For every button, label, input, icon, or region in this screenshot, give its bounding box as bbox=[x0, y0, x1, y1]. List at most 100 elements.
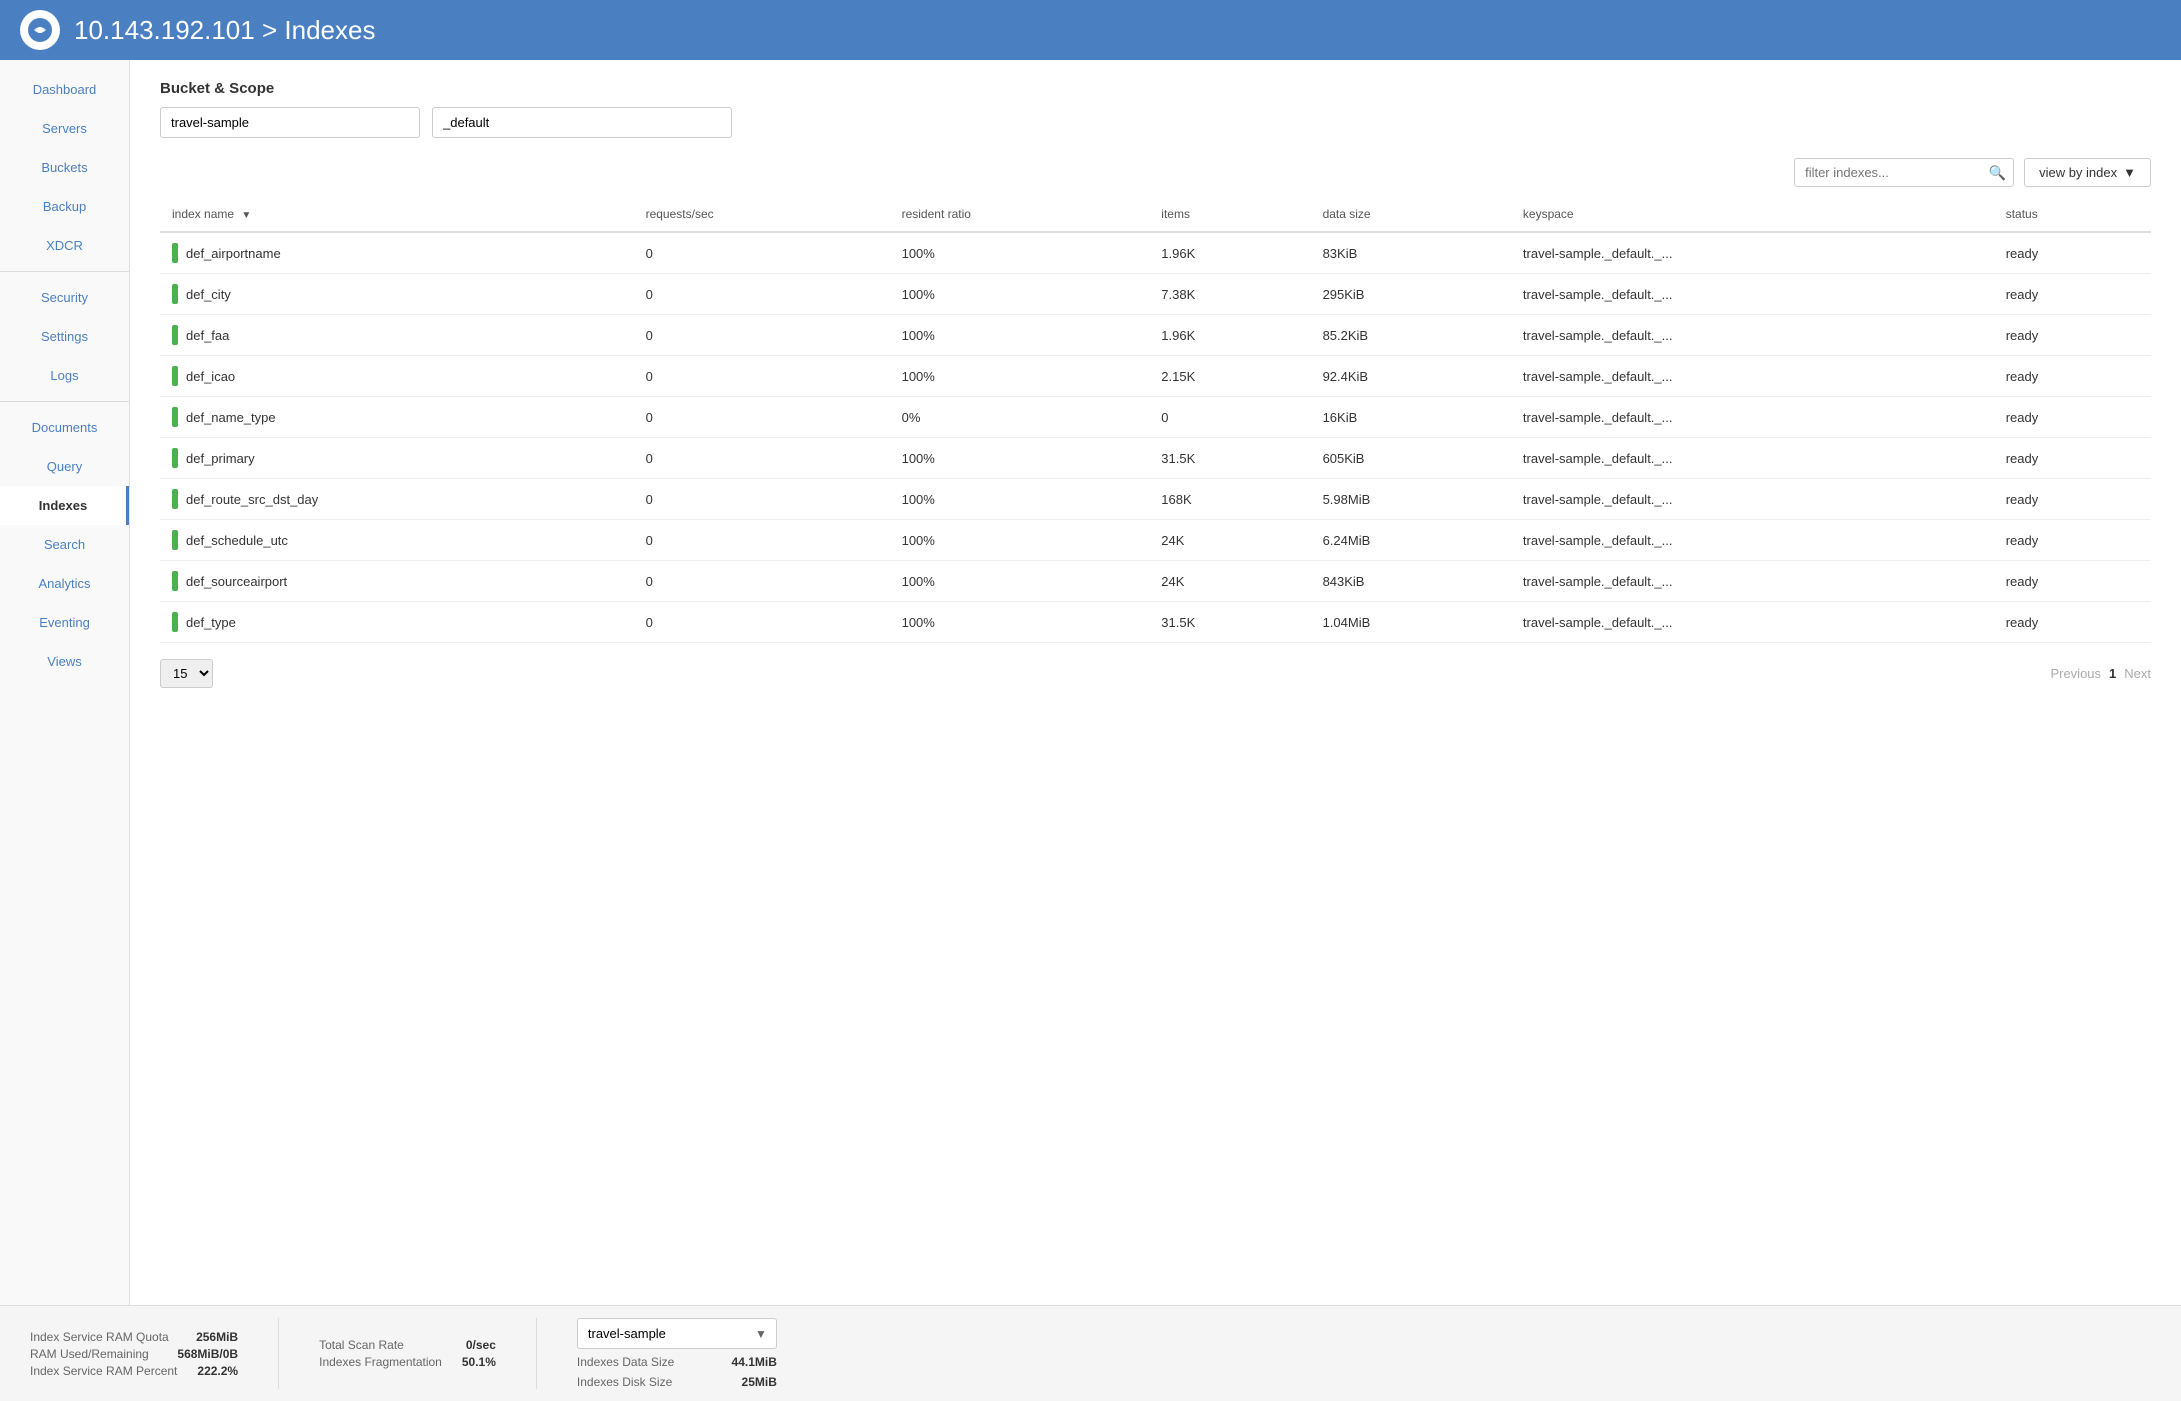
table-row[interactable]: def_primary 0 100% 31.5K 605KiB travel-s… bbox=[160, 438, 2151, 479]
col-items[interactable]: items bbox=[1149, 197, 1310, 232]
sidebar-item-analytics[interactable]: Analytics bbox=[0, 564, 129, 603]
cell-index-name: def_route_src_dst_day bbox=[160, 479, 634, 520]
status-indicator bbox=[172, 325, 178, 345]
table-row[interactable]: def_schedule_utc 0 100% 24K 6.24MiB trav… bbox=[160, 520, 2151, 561]
ram-percent-label: Index Service RAM Percent bbox=[30, 1364, 177, 1378]
per-page-select[interactable]: 10 15 20 50 bbox=[160, 659, 213, 688]
index-name-text[interactable]: def_sourceairport bbox=[186, 574, 287, 589]
cell-requests: 0 bbox=[634, 232, 890, 274]
cell-keyspace: travel-sample._default._... bbox=[1511, 479, 1994, 520]
cell-requests: 0 bbox=[634, 561, 890, 602]
ram-quota-value: 256MiB bbox=[196, 1330, 238, 1344]
col-data-size[interactable]: data size bbox=[1311, 197, 1511, 232]
next-button[interactable]: Next bbox=[2124, 666, 2151, 681]
filter-row: 🔍 view by index ▼ bbox=[160, 158, 2151, 187]
cell-index-name: def_icao bbox=[160, 356, 634, 397]
cell-data-size: 605KiB bbox=[1311, 438, 1511, 479]
scope-input[interactable] bbox=[432, 107, 732, 138]
cell-requests: 0 bbox=[634, 479, 890, 520]
app-logo bbox=[20, 10, 60, 50]
disk-size-row: Indexes Disk Size 25MiB bbox=[577, 1375, 777, 1389]
cell-requests: 0 bbox=[634, 356, 890, 397]
cell-resident: 0% bbox=[890, 397, 1150, 438]
sidebar-item-settings[interactable]: Settings bbox=[0, 317, 129, 356]
cell-requests: 0 bbox=[634, 397, 890, 438]
cell-resident: 100% bbox=[890, 602, 1150, 643]
cell-items: 24K bbox=[1149, 561, 1310, 602]
sidebar-item-xdcr[interactable]: XDCR bbox=[0, 226, 129, 265]
sidebar-divider-1 bbox=[0, 271, 129, 272]
table-row[interactable]: def_type 0 100% 31.5K 1.04MiB travel-sam… bbox=[160, 602, 2151, 643]
main-layout: Dashboard Servers Buckets Backup XDCR Se… bbox=[0, 60, 2181, 1305]
current-page[interactable]: 1 bbox=[2109, 666, 2116, 681]
cell-items: 2.15K bbox=[1149, 356, 1310, 397]
status-indicator bbox=[172, 366, 178, 386]
sidebar-item-views[interactable]: Views bbox=[0, 642, 129, 681]
table-row[interactable]: def_airportname 0 100% 1.96K 83KiB trave… bbox=[160, 232, 2151, 274]
sidebar-item-logs[interactable]: Logs bbox=[0, 356, 129, 395]
cell-index-name: def_type bbox=[160, 602, 634, 643]
filter-input-wrap: 🔍 bbox=[1794, 158, 2014, 187]
cell-requests: 0 bbox=[634, 520, 890, 561]
sidebar-item-dashboard[interactable]: Dashboard bbox=[0, 70, 129, 109]
sidebar-item-documents[interactable]: Documents bbox=[0, 408, 129, 447]
col-resident[interactable]: resident ratio bbox=[890, 197, 1150, 232]
index-name-text[interactable]: def_airportname bbox=[186, 246, 281, 261]
cell-data-size: 16KiB bbox=[1311, 397, 1511, 438]
previous-button[interactable]: Previous bbox=[2050, 666, 2101, 681]
index-name-text[interactable]: def_icao bbox=[186, 369, 235, 384]
cell-resident: 100% bbox=[890, 232, 1150, 274]
cell-keyspace: travel-sample._default._... bbox=[1511, 520, 1994, 561]
cell-resident: 100% bbox=[890, 479, 1150, 520]
footer-divider-2 bbox=[536, 1318, 537, 1389]
cell-items: 31.5K bbox=[1149, 438, 1310, 479]
index-name-text[interactable]: def_city bbox=[186, 287, 231, 302]
bucket-input[interactable] bbox=[160, 107, 420, 138]
cell-data-size: 92.4KiB bbox=[1311, 356, 1511, 397]
view-by-index-button[interactable]: view by index ▼ bbox=[2024, 158, 2151, 187]
cell-index-name: def_name_type bbox=[160, 397, 634, 438]
index-name-text[interactable]: def_route_src_dst_day bbox=[186, 492, 318, 507]
table-row[interactable]: def_faa 0 100% 1.96K 85.2KiB travel-samp… bbox=[160, 315, 2151, 356]
footer-bucket-select[interactable]: travel-sample bbox=[577, 1318, 777, 1349]
col-status[interactable]: status bbox=[1994, 197, 2151, 232]
table-row[interactable]: def_name_type 0 0% 0 16KiB travel-sample… bbox=[160, 397, 2151, 438]
index-name-text[interactable]: def_type bbox=[186, 615, 236, 630]
cell-keyspace: travel-sample._default._... bbox=[1511, 315, 1994, 356]
main-content: Bucket & Scope 🔍 view by index ▼ index n… bbox=[130, 60, 2181, 1305]
table-row[interactable]: def_city 0 100% 7.38K 295KiB travel-samp… bbox=[160, 274, 2151, 315]
table-row[interactable]: def_sourceairport 0 100% 24K 843KiB trav… bbox=[160, 561, 2151, 602]
bucket-scope-row bbox=[160, 107, 2151, 138]
cell-status: ready bbox=[1994, 479, 2151, 520]
col-requests[interactable]: requests/sec bbox=[634, 197, 890, 232]
disk-size-label: Indexes Disk Size bbox=[577, 1375, 672, 1389]
cell-keyspace: travel-sample._default._... bbox=[1511, 438, 1994, 479]
sidebar-item-search[interactable]: Search bbox=[0, 525, 129, 564]
footer-divider-1 bbox=[278, 1318, 279, 1389]
index-name-text[interactable]: def_faa bbox=[186, 328, 229, 343]
index-name-text[interactable]: def_name_type bbox=[186, 410, 276, 425]
ram-percent-value: 222.2% bbox=[197, 1364, 238, 1378]
table-row[interactable]: def_icao 0 100% 2.15K 92.4KiB travel-sam… bbox=[160, 356, 2151, 397]
col-keyspace[interactable]: keyspace bbox=[1511, 197, 1994, 232]
sidebar-item-servers[interactable]: Servers bbox=[0, 109, 129, 148]
col-index-name[interactable]: index name ▼ bbox=[160, 197, 634, 232]
scan-rate-value: 0/sec bbox=[466, 1338, 496, 1352]
index-name-text[interactable]: def_schedule_utc bbox=[186, 533, 288, 548]
cell-requests: 0 bbox=[634, 602, 890, 643]
sidebar-item-backup[interactable]: Backup bbox=[0, 187, 129, 226]
cell-resident: 100% bbox=[890, 561, 1150, 602]
filter-input[interactable] bbox=[1794, 158, 2014, 187]
index-name-text[interactable]: def_primary bbox=[186, 451, 255, 466]
breadcrumb-separator: > bbox=[262, 15, 277, 45]
sidebar-item-security[interactable]: Security bbox=[0, 278, 129, 317]
ram-stats: Index Service RAM Quota 256MiB RAM Used/… bbox=[30, 1330, 238, 1378]
server-ip: 10.143.192.101 bbox=[74, 15, 255, 45]
table-row[interactable]: def_route_src_dst_day 0 100% 168K 5.98Mi… bbox=[160, 479, 2151, 520]
fragmentation-value: 50.1% bbox=[462, 1355, 496, 1369]
status-indicator bbox=[172, 407, 178, 427]
sidebar-item-buckets[interactable]: Buckets bbox=[0, 148, 129, 187]
sidebar-item-indexes[interactable]: Indexes bbox=[0, 486, 129, 525]
sidebar-item-query[interactable]: Query bbox=[0, 447, 129, 486]
sidebar-item-eventing[interactable]: Eventing bbox=[0, 603, 129, 642]
